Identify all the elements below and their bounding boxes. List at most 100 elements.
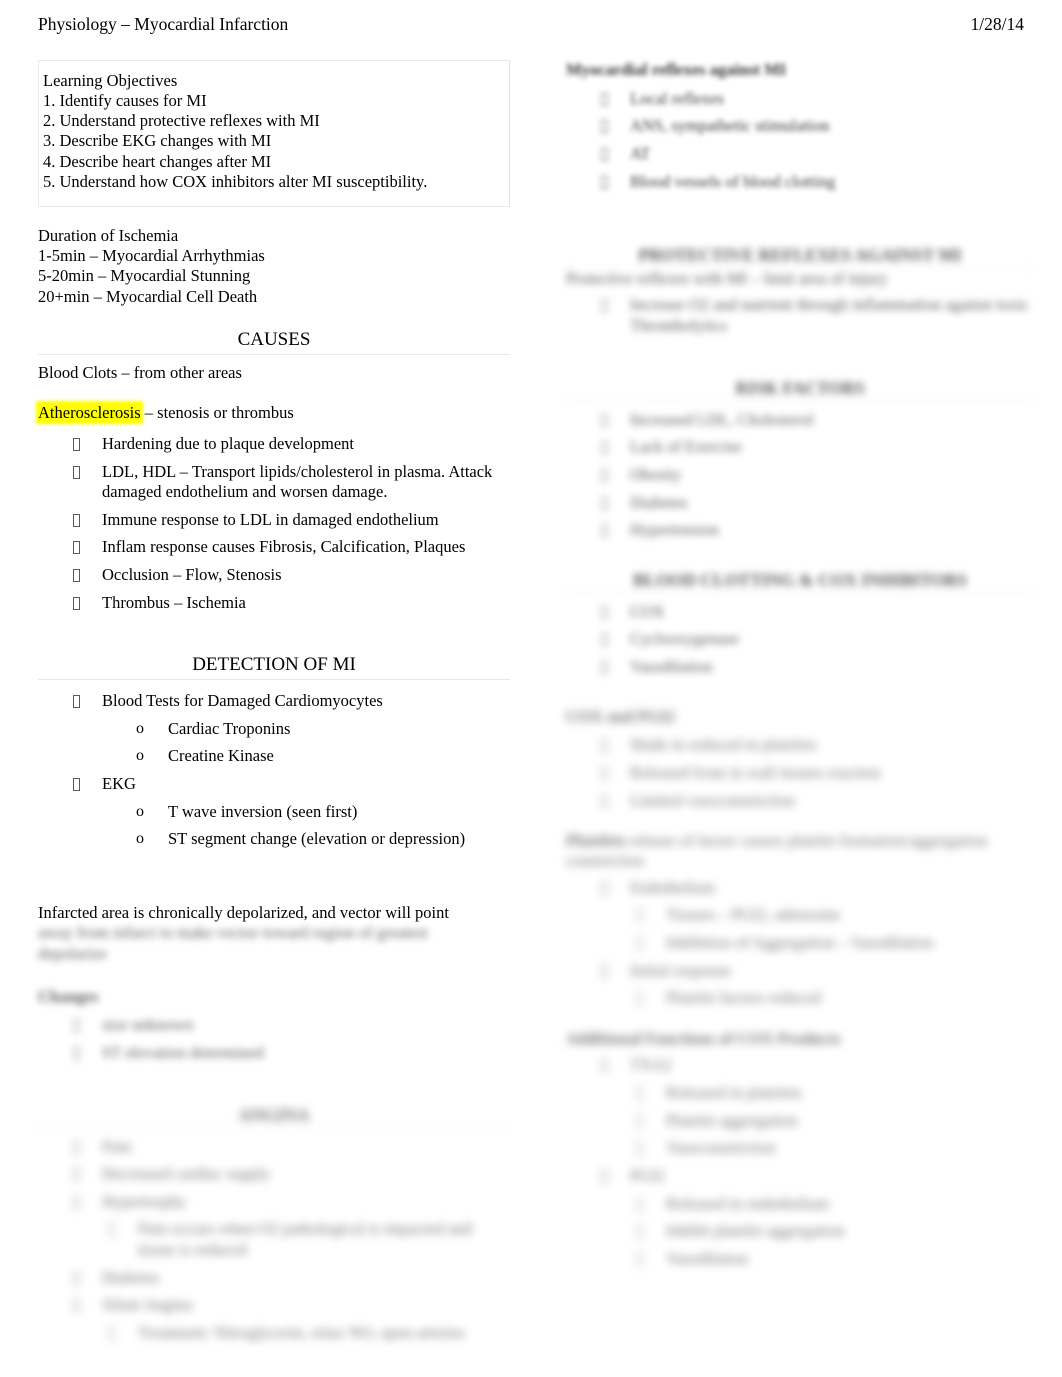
list-item: Local reflexes: [566, 89, 1034, 110]
list-item: Lack of Exercise: [566, 437, 1034, 458]
list-item: Thrombus – Ischemia: [38, 593, 510, 614]
list-item: Increased LDL, Cholesterol: [566, 410, 1034, 431]
duration-item: 1-5min – Myocardial Arrhythmias: [38, 246, 265, 266]
list-item: Vasodilation: [566, 657, 1034, 678]
duration-item: 5-20min – Myocardial Stunning: [38, 266, 251, 286]
blood-tests-sublist: Cardiac Troponins Creatine Kinase: [38, 719, 510, 767]
detection-bullet-list: Blood Tests for Damaged Cardiomyocytes: [38, 691, 510, 712]
list-item: Endothelium: [566, 878, 1034, 899]
cox-products-heading: Additional Functions of COX Products: [566, 1028, 841, 1048]
document-page: Physiology – Myocardial Infarction 1/28/…: [0, 0, 1062, 1377]
infarct-vector-clear-line: Infarcted area is chronically depolarize…: [38, 902, 449, 922]
cox-bullet-list: COX Cyclooxygenase Vasodilation: [566, 602, 1034, 678]
list-item: Obesity: [566, 465, 1034, 486]
list-item: Creatine Kinase: [38, 746, 510, 767]
list-item: Occlusion – Flow, Stenosis: [38, 565, 510, 586]
ekg-bullet: EKG: [38, 774, 510, 795]
list-item: Made in reduced in platelets: [566, 735, 1034, 756]
atherosclerosis-rest: – stenosis or thrombus: [140, 403, 294, 423]
duration-item: 20+min – Myocardial Cell Death: [38, 286, 258, 306]
list-item: ST elevation determined: [38, 1043, 510, 1064]
list-item: Immune response to LDL in damaged endoth…: [38, 510, 510, 531]
cox-inhibitors-block-blurred: BLOOD CLOTTING & COX INHIBITORS COX Cycl…: [566, 570, 1034, 678]
angina-bullet-list-2: Diabetes Silent Angina: [38, 1268, 510, 1316]
duration-of-ischemia-block: Duration of Ischemia 1-5min – Myocardial…: [38, 226, 510, 307]
learning-objective-item: 2. Understand protective reflexes with M…: [43, 111, 320, 131]
infarct-vector-block: Infarcted area is chronically depolarize…: [38, 903, 510, 965]
ekg-sublist: T wave inversion (seen first) ST segment…: [38, 802, 510, 850]
list-item: Pain: [38, 1137, 510, 1158]
atherosclerosis-line: Atherosclerosis – stenosis or thrombus: [38, 403, 510, 424]
platelets-heading: Platelets: [566, 831, 626, 851]
list-item: Platelet aggregation: [566, 1111, 1034, 1132]
list-item: Treatment: Nitroglycerin, relax NO, open…: [38, 1323, 510, 1344]
list-item: Blood Tests for Damaged Cardiomyocytes: [38, 691, 510, 712]
list-item: Released in endothelium: [566, 1194, 1034, 1215]
infarct-vector-blurred-line: away from infarct to make vector toward …: [38, 923, 428, 943]
reflexes-bullet-list: Local reflexes ANS, sympathetic stimulat…: [566, 89, 1034, 193]
risk-factors-block-blurred: RISK FACTORS Increased LDL, Cholesterol …: [566, 378, 1034, 541]
list-item: EKG: [38, 774, 510, 795]
page-title: Physiology – Myocardial Infarction: [38, 14, 289, 34]
pgi2-sub-list: Released in endothelium Inhibit platelet…: [566, 1194, 1034, 1270]
list-item: PGI2: [566, 1166, 1034, 1187]
page-header: Physiology – Myocardial Infarction 1/28/…: [38, 14, 1024, 36]
platelets-sub-list-2: Platelet factors reduced: [566, 988, 1034, 1009]
myocardial-reflexes-block-blurred: Myocardial reflexes against MI Local ref…: [566, 60, 1034, 192]
learning-objective-item: 1. Identify causes for MI: [43, 91, 207, 111]
angina-treatment-sub: Treatment: Nitroglycerin, relax NO, open…: [38, 1323, 510, 1344]
list-item: Diabetes: [566, 493, 1034, 514]
angina-block-blurred: ANGINA Pain Decreased cardiac supply Hyp…: [38, 1105, 510, 1344]
cox-inhibitors-heading: BLOOD CLOTTING & COX INHIBITORS: [566, 570, 1034, 594]
platelets-line: Platelets release of factor causes plate…: [566, 831, 1034, 872]
pgi2-group: PGI2: [566, 1166, 1034, 1187]
list-item: Vasoconstriction: [566, 1138, 1034, 1159]
platelets-block-blurred: Platelets release of factor causes plate…: [566, 831, 1034, 1009]
list-item: Initial response: [566, 961, 1034, 982]
protective-reflexes-block-blurred: PROTECTIVE REFLEXES AGAINST MI Protectiv…: [566, 245, 1034, 337]
cox-pgi2-bullet-list: Made in reduced in platelets Released fr…: [566, 735, 1034, 811]
list-item: Cardiac Troponins: [38, 719, 510, 740]
causes-heading: CAUSES: [38, 329, 510, 355]
list-item: Hypertrophy: [38, 1192, 510, 1213]
list-item: Diabetes: [38, 1268, 510, 1289]
list-item: Pain occurs when O2 pathological is impa…: [38, 1219, 510, 1260]
list-item: Increase O2 and nutrient through inflamm…: [566, 295, 1034, 336]
list-item: Tissues – PGI2, adenosine: [566, 905, 1034, 926]
txa2-group: TXA2: [566, 1055, 1034, 1076]
platelets-bullet-list: Endothelium: [566, 878, 1034, 899]
platelets-sub-list: Tissues – PGI2, adenosine Inhibition of …: [566, 905, 1034, 953]
platelets-bullet-list-2: Initial response: [566, 961, 1034, 982]
infarct-vector-blurred-line: depolarize: [38, 944, 107, 964]
angina-heading: ANGINA: [38, 1105, 510, 1129]
list-item: Released in platelets: [566, 1083, 1034, 1104]
page-date: 1/28/14: [970, 14, 1024, 34]
learning-objectives-box: Learning Objectives 1. Identify causes f…: [38, 60, 510, 207]
causes-bullet-list: Hardening due to plaque development LDL,…: [38, 434, 510, 613]
list-item: Decreased cardiac supply: [38, 1164, 510, 1185]
cox-pgi2-block-blurred: COX and PGI2 Made in reduced in platelet…: [566, 707, 1034, 812]
list-item: Silent Angina: [38, 1295, 510, 1316]
atherosclerosis-highlight: Atherosclerosis: [38, 403, 141, 423]
learning-objectives-heading: Learning Objectives: [43, 71, 178, 90]
list-item: ANS, sympathetic stimulation: [566, 116, 1034, 137]
list-item: AT: [566, 144, 1034, 165]
protective-reflexes-heading: PROTECTIVE REFLEXES AGAINST MI: [566, 245, 1034, 270]
list-item: COX: [566, 602, 1034, 623]
list-item: ST segment change (elevation or depressi…: [38, 829, 510, 850]
protective-reflexes-subheading: Protective reflexes with MI – limit area…: [566, 269, 888, 289]
list-item: Hardening due to plaque development: [38, 434, 510, 455]
txa2-sub-list: Released in platelets Platelet aggregati…: [566, 1083, 1034, 1159]
list-item: Blood vessels of blood clotting: [566, 172, 1034, 193]
list-item: size unknown: [38, 1015, 510, 1036]
list-item: Vasodilation: [566, 1249, 1034, 1270]
list-item: Cyclooxygenase: [566, 629, 1034, 650]
learning-objective-item: 5. Understand how COX inhibitors alter M…: [43, 171, 428, 191]
list-item: Inhibition of Aggregation – Vasodilation: [566, 933, 1034, 954]
list-item: TXA2: [566, 1055, 1034, 1076]
cox-products-block-blurred: Additional Functions of COX Products TXA…: [566, 1029, 1034, 1270]
list-item: LDL, HDL – Transport lipids/cholesterol …: [38, 462, 510, 503]
platelets-lead: release of factor causes platelet format…: [566, 831, 988, 871]
right-column: Myocardial reflexes against MI Local ref…: [566, 60, 1034, 1276]
risk-factors-bullet-list: Increased LDL, Cholesterol Lack of Exerc…: [566, 410, 1034, 541]
